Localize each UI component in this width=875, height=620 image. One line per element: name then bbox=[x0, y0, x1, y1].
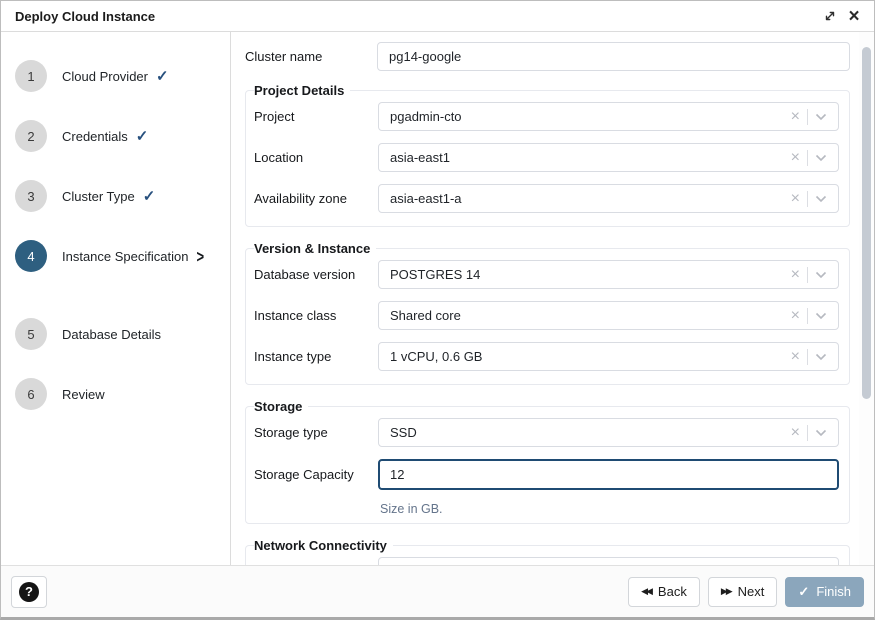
step-active-chevron-icon: > bbox=[196, 246, 204, 266]
step-done-check-icon: ✓ bbox=[136, 127, 149, 145]
help-icon: ? bbox=[19, 582, 39, 602]
storage-legend: Storage bbox=[254, 399, 308, 414]
step-done-check-icon: ✓ bbox=[156, 67, 169, 85]
step-label: Database Details bbox=[62, 327, 161, 342]
step-cluster-type[interactable]: 3 Cluster Type ✓ bbox=[1, 166, 230, 226]
step-number-badge: 3 bbox=[15, 180, 47, 212]
storage-type-select[interactable]: SSD × bbox=[378, 418, 839, 447]
chevron-down-icon[interactable] bbox=[815, 308, 827, 323]
version-instance-legend: Version & Instance bbox=[254, 241, 376, 256]
maximize-icon[interactable] bbox=[818, 4, 842, 28]
finish-button[interactable]: ✓ Finish bbox=[785, 577, 864, 607]
clear-icon[interactable]: × bbox=[791, 109, 800, 125]
step-label: Instance Specification bbox=[62, 249, 188, 264]
dialog-titlebar: Deploy Cloud Instance × bbox=[1, 1, 874, 32]
location-label: Location bbox=[254, 150, 378, 165]
finish-check-icon: ✓ bbox=[798, 584, 809, 600]
storage-capacity-helper-text: Size in GB. bbox=[378, 502, 839, 516]
step-number-badge: 4 bbox=[15, 240, 47, 272]
chevron-down-icon[interactable] bbox=[815, 425, 827, 440]
clear-icon[interactable]: × bbox=[791, 349, 800, 365]
step-review[interactable]: 6 Review bbox=[1, 364, 230, 424]
chevron-down-icon[interactable] bbox=[815, 267, 827, 282]
storage-capacity-input[interactable] bbox=[378, 459, 839, 490]
instance-type-select[interactable]: 1 vCPU, 0.6 GB × bbox=[378, 342, 839, 371]
step-cloud-provider[interactable]: 1 Cloud Provider ✓ bbox=[1, 46, 230, 106]
storage-type-label: Storage type bbox=[254, 425, 378, 440]
wizard-steps-panel: 1 Cloud Provider ✓ 2 Credentials ✓ 3 Clu… bbox=[1, 32, 231, 565]
clear-icon[interactable]: × bbox=[791, 150, 800, 166]
step-number-badge: 5 bbox=[15, 318, 47, 350]
instance-type-label: Instance type bbox=[254, 349, 378, 364]
scrollbar-thumb[interactable] bbox=[862, 47, 871, 399]
instance-class-select[interactable]: Shared core × bbox=[378, 301, 839, 330]
help-button[interactable]: ? bbox=[11, 576, 47, 608]
step-database-details[interactable]: 5 Database Details bbox=[1, 304, 230, 364]
instance-specification-form: Cluster name pg14-google Project Details… bbox=[231, 32, 874, 565]
step-number-badge: 6 bbox=[15, 378, 47, 410]
storage-capacity-label: Storage Capacity bbox=[254, 467, 378, 482]
chevron-down-icon[interactable] bbox=[815, 109, 827, 124]
availability-zone-label: Availability zone bbox=[254, 191, 378, 206]
project-details-section: Project Details Project pgadmin-cto × Lo… bbox=[245, 83, 850, 227]
network-field-input[interactable] bbox=[378, 557, 839, 565]
step-number-badge: 1 bbox=[15, 60, 47, 92]
next-button[interactable]: ▶▶ Next bbox=[708, 577, 778, 607]
form-scrollbar bbox=[859, 32, 874, 565]
close-icon[interactable]: × bbox=[842, 4, 866, 28]
chevron-down-icon[interactable] bbox=[815, 150, 827, 165]
chevron-down-icon[interactable] bbox=[815, 191, 827, 206]
version-instance-section: Version & Instance Database version POST… bbox=[245, 241, 850, 385]
step-label: Cloud Provider bbox=[62, 69, 148, 84]
cluster-name-label: Cluster name bbox=[245, 49, 377, 64]
step-label: Credentials bbox=[62, 129, 128, 144]
dialog-body: 1 Cloud Provider ✓ 2 Credentials ✓ 3 Clu… bbox=[1, 32, 874, 565]
storage-section: Storage Storage type SSD × Storage Capac… bbox=[245, 399, 850, 524]
project-select[interactable]: pgadmin-cto × bbox=[378, 102, 839, 131]
clear-icon[interactable]: × bbox=[791, 267, 800, 283]
project-details-legend: Project Details bbox=[254, 83, 350, 98]
dialog-title: Deploy Cloud Instance bbox=[15, 9, 818, 24]
step-number-badge: 2 bbox=[15, 120, 47, 152]
dialog-footer: ? ◀◀ Back ▶▶ Next ✓ Finish bbox=[1, 565, 874, 617]
clear-icon[interactable]: × bbox=[791, 425, 800, 441]
project-label: Project bbox=[254, 109, 378, 124]
step-done-check-icon: ✓ bbox=[143, 187, 156, 205]
clear-icon[interactable]: × bbox=[791, 191, 800, 207]
network-connectivity-legend: Network Connectivity bbox=[254, 538, 393, 553]
step-credentials[interactable]: 2 Credentials ✓ bbox=[1, 106, 230, 166]
database-version-label: Database version bbox=[254, 267, 378, 282]
instance-class-label: Instance class bbox=[254, 308, 378, 323]
cluster-name-input[interactable]: pg14-google bbox=[377, 42, 850, 71]
next-arrows-icon: ▶▶ bbox=[721, 586, 731, 597]
location-select[interactable]: asia-east1 × bbox=[378, 143, 839, 172]
database-version-select[interactable]: POSTGRES 14 × bbox=[378, 260, 839, 289]
step-label: Review bbox=[62, 387, 105, 402]
network-connectivity-section: Network Connectivity bbox=[245, 538, 850, 565]
clear-icon[interactable]: × bbox=[791, 308, 800, 324]
step-instance-specification[interactable]: 4 Instance Specification > bbox=[1, 226, 230, 286]
back-button[interactable]: ◀◀ Back bbox=[628, 577, 700, 607]
step-label: Cluster Type bbox=[62, 189, 135, 204]
back-arrows-icon: ◀◀ bbox=[641, 586, 651, 597]
deploy-cloud-instance-dialog: Deploy Cloud Instance × 1 Cloud Provider… bbox=[0, 0, 875, 620]
availability-zone-select[interactable]: asia-east1-a × bbox=[378, 184, 839, 213]
chevron-down-icon[interactable] bbox=[815, 349, 827, 364]
